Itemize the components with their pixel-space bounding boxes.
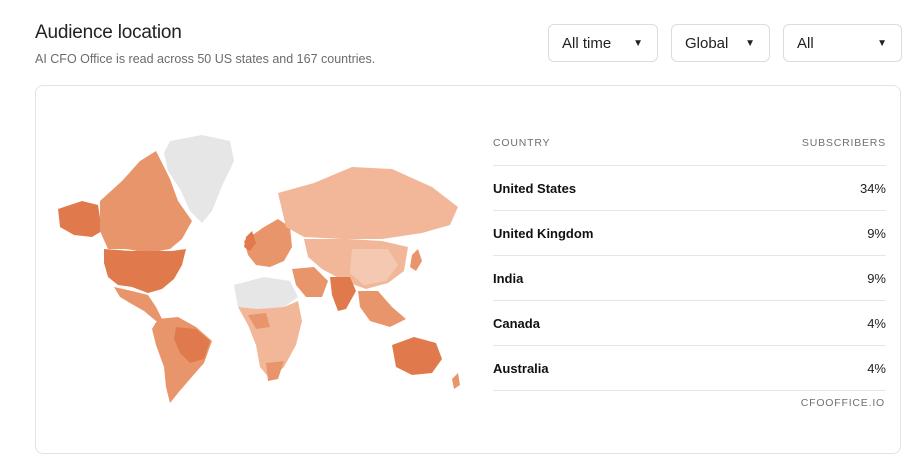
map-region-north-africa[interactable] <box>234 277 298 309</box>
table-row: Australia 4% <box>493 346 886 391</box>
row-country: Canada <box>493 315 540 331</box>
time-range-dropdown[interactable]: All time ▼ <box>548 24 658 62</box>
row-value: 4% <box>867 360 886 376</box>
map-region-india[interactable] <box>330 277 356 311</box>
map-region-alaska[interactable] <box>58 201 102 237</box>
map-region-new-zealand[interactable] <box>452 373 460 389</box>
time-range-value: All time <box>562 34 612 52</box>
map-region-south-africa[interactable] <box>266 361 284 381</box>
segment-dropdown[interactable]: All ▼ <box>783 24 902 62</box>
region-dropdown[interactable]: Global ▼ <box>671 24 770 62</box>
row-country: India <box>493 270 524 286</box>
map-region-southeast-asia[interactable] <box>358 291 406 327</box>
row-country: United Kingdom <box>493 225 594 241</box>
map-region-usa[interactable] <box>104 249 186 293</box>
segment-value: All <box>797 34 814 52</box>
audience-location-card: COUNTRY SUBSCRIBERS United States 34% Un… <box>35 85 901 454</box>
page-subtitle: AI CFO Office is read across 50 US state… <box>35 52 376 66</box>
world-map <box>58 135 460 403</box>
col-country-header: COUNTRY <box>493 137 551 149</box>
map-region-middle-east[interactable] <box>292 267 328 297</box>
row-value: 4% <box>867 315 886 331</box>
caret-down-icon: ▼ <box>877 37 887 49</box>
table-row: United States 34% <box>493 166 886 211</box>
table-row: India 9% <box>493 256 886 301</box>
region-value: Global <box>685 34 729 52</box>
row-country: Australia <box>493 360 549 376</box>
table-header: COUNTRY SUBSCRIBERS <box>493 121 886 166</box>
map-region-russia[interactable] <box>278 167 458 239</box>
row-value: 34% <box>859 180 886 196</box>
caret-down-icon: ▼ <box>745 37 755 49</box>
row-country: United States <box>493 180 577 196</box>
row-value: 9% <box>867 270 886 286</box>
map-region-australia[interactable] <box>392 337 442 375</box>
row-value: 9% <box>867 225 886 241</box>
col-subscribers-header: SUBSCRIBERS <box>801 137 886 149</box>
page-title: Audience location <box>35 22 182 43</box>
caret-down-icon: ▼ <box>633 37 643 49</box>
table-row: Canada 4% <box>493 301 886 346</box>
map-region-mexico[interactable] <box>114 287 162 321</box>
site-watermark: CFOOFFICE.IO <box>800 397 885 409</box>
map-region-japan[interactable] <box>410 249 422 271</box>
country-table: COUNTRY SUBSCRIBERS United States 34% Un… <box>493 121 886 391</box>
table-row: United Kingdom 9% <box>493 211 886 256</box>
